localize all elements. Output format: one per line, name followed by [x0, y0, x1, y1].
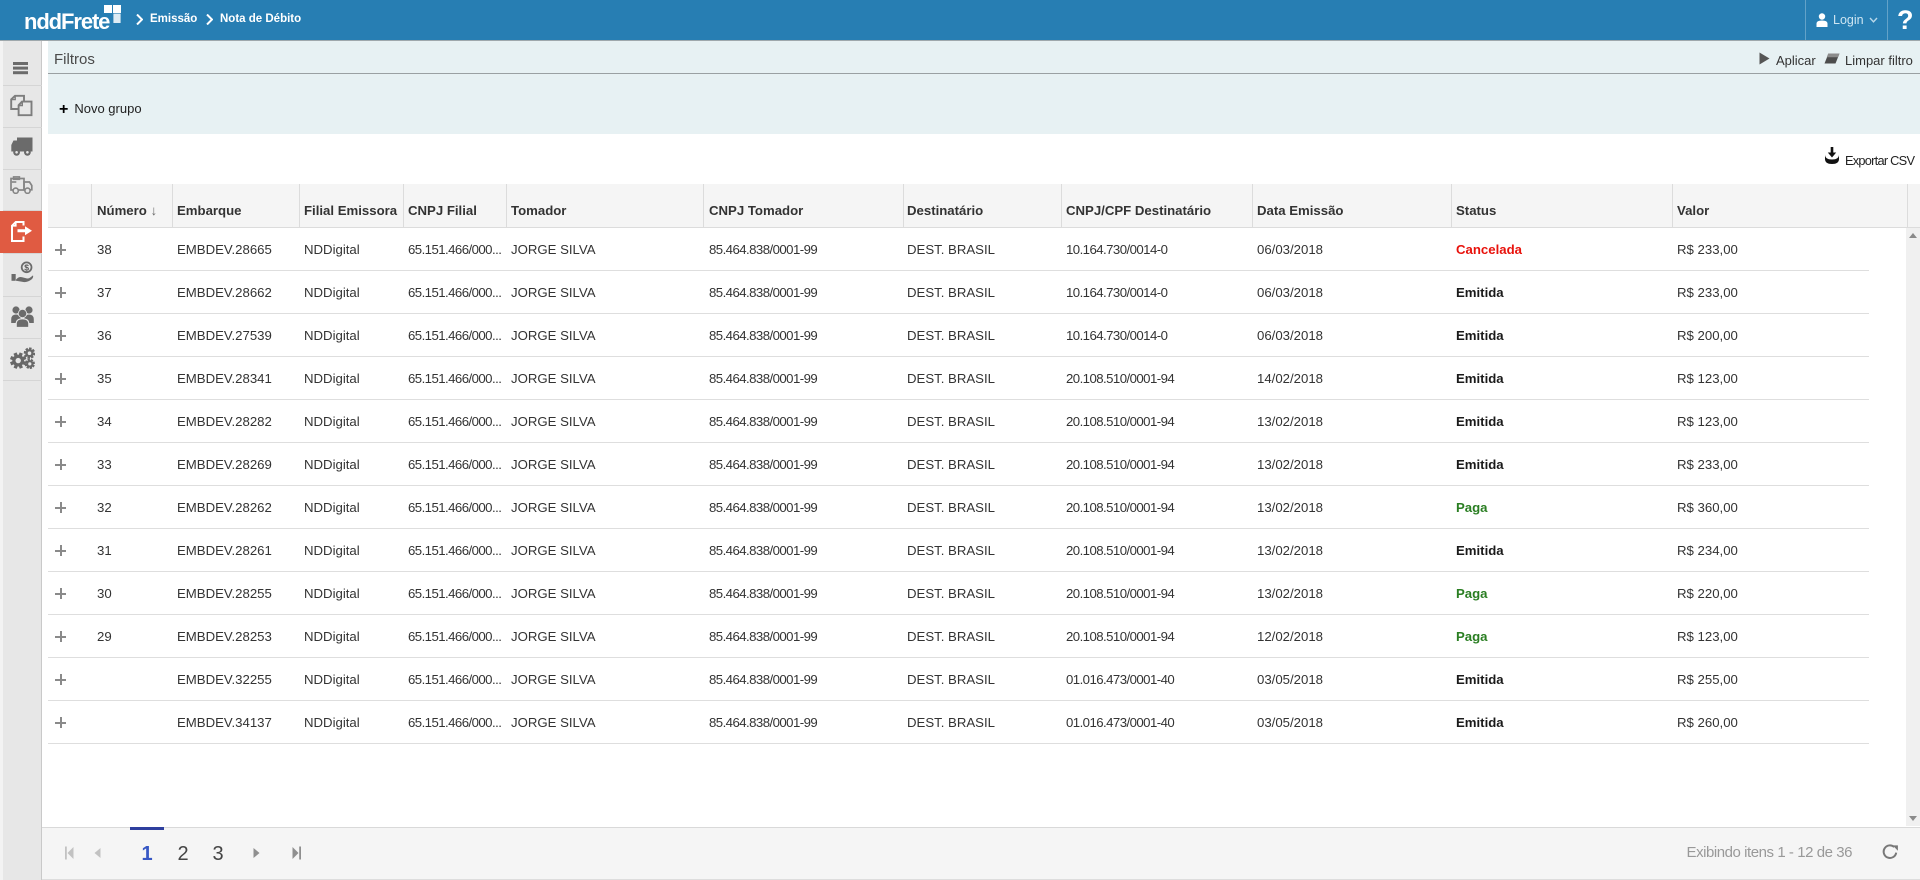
svg-text:$: $: [24, 262, 29, 272]
